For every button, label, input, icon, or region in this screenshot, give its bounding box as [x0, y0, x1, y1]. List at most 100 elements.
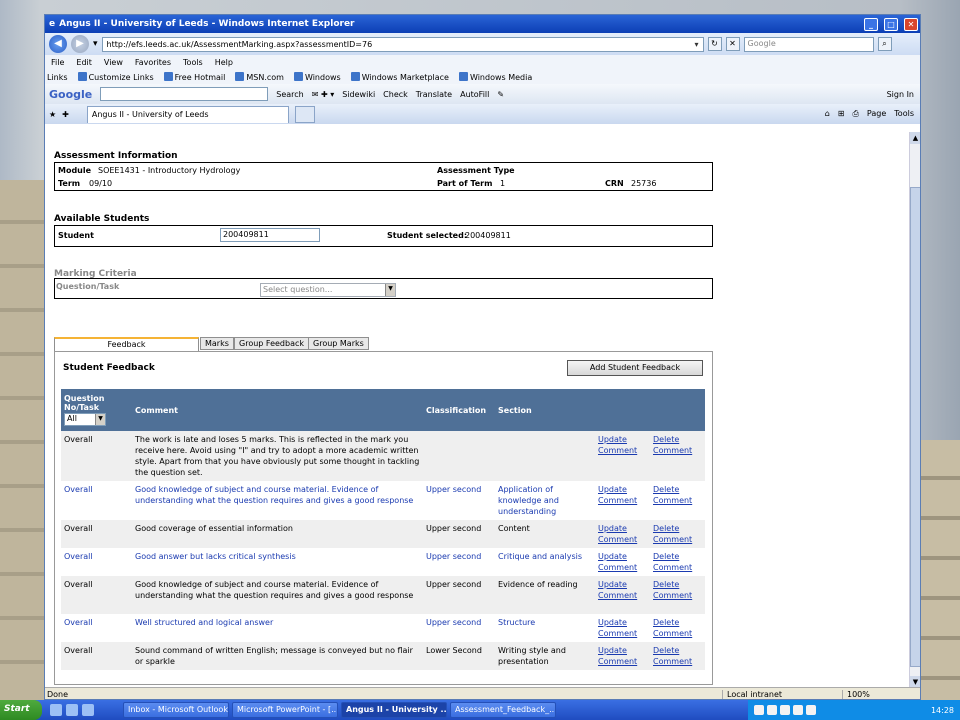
star-icon[interactable]: ★: [49, 110, 56, 119]
assessment-type-label: Assessment Type: [437, 166, 515, 175]
background-building-left: [0, 180, 44, 700]
link-item[interactable]: Windows Media: [458, 72, 533, 82]
media-icon[interactable]: [82, 704, 94, 716]
link-item[interactable]: Free Hotmail: [163, 72, 225, 82]
student-label: Student: [58, 231, 94, 240]
url-field[interactable]: http://efs.leeds.ac.uk/AssessmentMarking…: [101, 36, 704, 52]
link-label: Windows Media: [469, 73, 533, 82]
minimize-button[interactable]: _: [864, 17, 878, 31]
new-tab-button[interactable]: [294, 105, 315, 123]
zoom-level[interactable]: 100%: [842, 690, 920, 699]
taskbar-item-ie[interactable]: Angus II - University ...: [341, 702, 447, 718]
sidewiki-button[interactable]: Sidewiki: [342, 90, 375, 99]
menu-favorites[interactable]: Favorites: [135, 58, 171, 67]
menu-file[interactable]: File: [51, 58, 64, 67]
menu-edit[interactable]: Edit: [76, 58, 92, 67]
update-comment-link[interactable]: Update Comment: [598, 552, 637, 572]
link-item[interactable]: Windows Marketplace: [350, 72, 449, 82]
menu-view[interactable]: View: [104, 58, 123, 67]
chevron-down-icon[interactable]: ▾: [695, 40, 699, 49]
desktop-icon[interactable]: [66, 704, 78, 716]
start-button[interactable]: Start: [0, 700, 42, 720]
delete-comment-link[interactable]: Delete Comment: [653, 646, 692, 666]
translate-button[interactable]: Translate: [416, 90, 452, 99]
term-value: 09/10: [89, 179, 113, 188]
update-comment-link[interactable]: Update Comment: [598, 435, 637, 455]
update-comment-link[interactable]: Update Comment: [598, 524, 637, 544]
help-icon[interactable]: [754, 705, 764, 715]
home-icon[interactable]: ⌂: [825, 109, 830, 119]
dropdown-icon[interactable]: ▾: [93, 39, 98, 49]
taskbar-item-pdf[interactable]: Assessment_Feedback_...: [450, 702, 556, 718]
search-input[interactable]: Google: [743, 36, 874, 52]
browser-tab[interactable]: Angus II - University of Leeds: [86, 105, 289, 123]
autofill-button[interactable]: AutoFill: [460, 90, 489, 99]
question-filter-select[interactable]: All ▼: [64, 413, 106, 426]
toolbar-icons[interactable]: ✉ ✚ ▾: [312, 90, 335, 99]
student-input[interactable]: 200409811: [220, 228, 320, 242]
scroll-up-icon[interactable]: ▲: [910, 132, 920, 144]
forward-button[interactable]: ▶: [71, 35, 89, 53]
delete-comment-link[interactable]: Delete Comment: [653, 485, 692, 505]
page-menu[interactable]: Page: [867, 109, 886, 119]
volume-icon[interactable]: [793, 705, 803, 715]
taskbar-item-powerpoint[interactable]: Microsoft PowerPoint - [...: [232, 702, 338, 718]
marking-box: Question/Task Select question... ▼: [54, 278, 713, 299]
add-favorite-icon[interactable]: ✚: [62, 110, 69, 119]
cell-delete: Delete Comment: [650, 520, 705, 548]
link-item[interactable]: Windows: [293, 72, 341, 82]
print-icon[interactable]: ⎙: [853, 109, 859, 119]
tab-feedback[interactable]: Feedback: [54, 337, 199, 351]
delete-comment-link[interactable]: Delete Comment: [653, 552, 692, 572]
add-student-feedback-button[interactable]: Add Student Feedback: [567, 360, 703, 376]
google-toolbar: Google Search ✉ ✚ ▾ Sidewiki Check Trans…: [45, 84, 920, 104]
signin-button[interactable]: Sign In: [887, 90, 920, 99]
maximize-button[interactable]: □: [884, 17, 898, 31]
close-button[interactable]: ✕: [904, 17, 918, 31]
update-comment-link[interactable]: Update Comment: [598, 646, 637, 666]
question-select[interactable]: Select question... ▼: [260, 283, 396, 297]
tab-group-marks[interactable]: Group Marks: [308, 337, 369, 350]
page-icon: [77, 72, 87, 81]
menu-tools[interactable]: Tools: [183, 58, 203, 67]
shield-icon[interactable]: [780, 705, 790, 715]
google-search-input[interactable]: [100, 87, 269, 101]
update-comment-link[interactable]: Update Comment: [598, 580, 637, 600]
tab-group-feedback[interactable]: Group Feedback: [234, 337, 309, 350]
update-comment-link[interactable]: Update Comment: [598, 618, 637, 638]
chevron-down-icon[interactable]: ▼: [95, 414, 105, 425]
taskbar-item-outlook[interactable]: Inbox - Microsoft Outlook: [123, 702, 229, 718]
link-item[interactable]: MSN.com: [235, 72, 284, 82]
feeds-icon[interactable]: ⊞: [838, 109, 845, 119]
refresh-button[interactable]: ↻: [707, 37, 722, 51]
delete-comment-link[interactable]: Delete Comment: [653, 580, 692, 600]
delete-comment-link[interactable]: Delete Comment: [653, 618, 692, 638]
tools-menu[interactable]: Tools: [894, 109, 914, 119]
stop-button[interactable]: ✕: [725, 37, 740, 51]
student-selected-value: 200409811: [465, 231, 511, 240]
menu-bar: File Edit View Favorites Tools Help: [45, 55, 920, 70]
menu-help[interactable]: Help: [215, 58, 233, 67]
crn-value: 25736: [631, 179, 657, 188]
feedback-panel: Student Feedback Add Student Feedback Qu…: [54, 351, 713, 685]
cell-comment: Well structured and logical answer: [132, 614, 423, 642]
link-item[interactable]: Customize Links: [77, 72, 154, 82]
search-icon[interactable]: ⌕: [877, 37, 892, 51]
update-icon[interactable]: [806, 705, 816, 715]
ie-icon[interactable]: [50, 704, 62, 716]
update-comment-link[interactable]: Update Comment: [598, 485, 637, 505]
pencil-icon[interactable]: ✎: [497, 90, 504, 99]
network-icon[interactable]: [767, 705, 777, 715]
vertical-scrollbar[interactable]: ▲ ▼: [909, 132, 920, 688]
tab-marks[interactable]: Marks: [200, 337, 234, 350]
delete-comment-link[interactable]: Delete Comment: [653, 435, 692, 455]
quick-launch: [50, 704, 120, 716]
delete-comment-link[interactable]: Delete Comment: [653, 524, 692, 544]
check-button[interactable]: Check: [383, 90, 408, 99]
google-search-button[interactable]: Search: [276, 90, 303, 99]
part-of-term-value: 1: [500, 179, 506, 188]
chevron-down-icon[interactable]: ▼: [385, 284, 395, 296]
scroll-thumb[interactable]: [910, 187, 920, 667]
back-button[interactable]: ◀: [49, 35, 67, 53]
page-icon: [235, 72, 245, 81]
